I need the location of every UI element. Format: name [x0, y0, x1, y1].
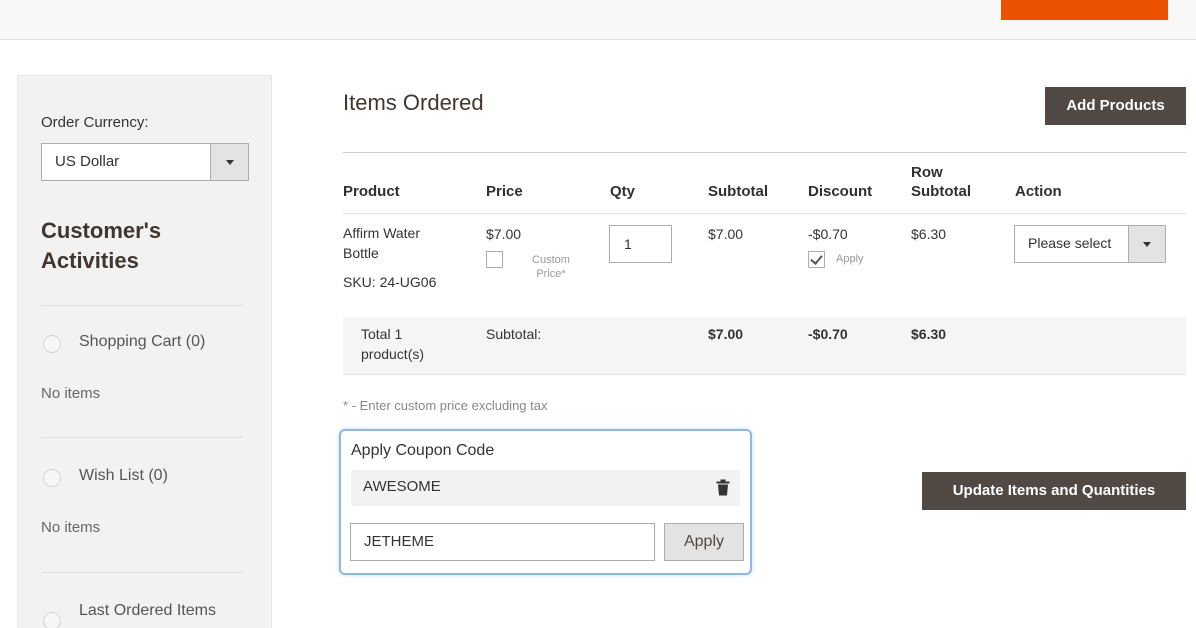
- totals-subtotal: $7.00: [708, 326, 744, 342]
- trash-icon[interactable]: [716, 479, 730, 496]
- column-header-discount: Discount: [808, 183, 873, 200]
- sidebar-item-label: Last Ordered Items: [79, 602, 216, 619]
- add-products-button[interactable]: Add Products: [1045, 87, 1186, 125]
- chevron-down-icon[interactable]: [1128, 226, 1165, 262]
- product-name: Affirm Water Bottle: [343, 225, 421, 261]
- totals-row-subtotal: $6.30: [911, 326, 947, 342]
- action-select-value: Please select: [1028, 235, 1112, 251]
- sidebar-item-wish-list[interactable]: Wish List (0): [41, 467, 256, 491]
- column-header-product: Product: [343, 183, 400, 200]
- column-header-action: Action: [1015, 183, 1062, 200]
- sidebar-divider: [41, 572, 243, 573]
- column-header-price: Price: [486, 183, 523, 200]
- table-divider: [343, 213, 1186, 214]
- row-total-value: $6.30: [911, 226, 947, 242]
- custom-price-note: * - Enter custom price excluding tax: [343, 398, 548, 413]
- discount-apply-checkbox[interactable]: [808, 251, 825, 268]
- top-primary-button[interactable]: [1001, 0, 1168, 20]
- totals-discount: -$0.70: [808, 326, 848, 342]
- sidebar-divider: [41, 305, 243, 306]
- custom-price-label: Custom Price*: [532, 254, 570, 280]
- radio-icon[interactable]: [43, 612, 61, 628]
- sidebar: Order Currency: US Dollar Customer's Act…: [17, 75, 272, 628]
- sidebar-item-last-ordered[interactable]: Last Ordered Items: [41, 602, 256, 628]
- sidebar-divider: [41, 437, 243, 438]
- totals-row: Total 1 product(s) Subtotal: $7.00 -$0.7…: [343, 317, 1186, 375]
- action-select[interactable]: Please select: [1014, 225, 1166, 263]
- row-discount-value: -$0.70: [808, 226, 848, 242]
- table-divider: [343, 152, 1186, 153]
- currency-value: US Dollar: [55, 153, 120, 170]
- discount-apply-label: Apply: [836, 253, 864, 265]
- coupon-box: Apply Coupon Code AWESOME JETHEME Apply: [339, 429, 752, 575]
- update-items-button[interactable]: Update Items and Quantities: [922, 472, 1186, 510]
- activities-title: Customer's Activities: [41, 218, 162, 273]
- column-header-subtotal: Subtotal: [708, 183, 768, 200]
- row-subtotal-value: $7.00: [708, 226, 744, 242]
- currency-label: Order Currency:: [41, 114, 149, 131]
- sidebar-empty-text: No items: [41, 519, 101, 536]
- applied-coupon: AWESOME: [351, 470, 740, 506]
- sidebar-item-label: Wish List (0): [79, 467, 168, 484]
- custom-price-checkbox[interactable]: [486, 251, 503, 268]
- column-header-qty: Qty: [610, 183, 636, 200]
- totals-subtotal-label: Subtotal:: [486, 326, 542, 342]
- coupon-apply-button[interactable]: Apply: [664, 523, 744, 561]
- page-title: Items Ordered: [343, 90, 484, 115]
- product-sku: SKU: 24-UG06: [343, 274, 437, 290]
- applied-coupon-code: AWESOME: [363, 478, 441, 495]
- sidebar-item-label: Shopping Cart (0): [79, 333, 206, 350]
- coupon-title: Apply Coupon Code: [351, 442, 495, 459]
- sidebar-empty-text: No items: [41, 385, 101, 402]
- top-bar: [0, 0, 1196, 40]
- chevron-down-icon[interactable]: [210, 144, 248, 180]
- currency-select[interactable]: US Dollar: [41, 143, 249, 181]
- totals-label: Total 1 product(s): [361, 326, 425, 362]
- sidebar-item-shopping-cart[interactable]: Shopping Cart (0): [41, 333, 256, 357]
- radio-icon[interactable]: [43, 335, 61, 353]
- qty-input[interactable]: 1: [609, 225, 672, 263]
- top-secondary-link[interactable]: [904, 0, 966, 6]
- column-header-row-subtotal: Row Subtotal: [911, 164, 971, 200]
- radio-icon[interactable]: [43, 469, 61, 487]
- product-price: $7.00: [486, 226, 522, 242]
- coupon-input[interactable]: JETHEME: [350, 523, 655, 561]
